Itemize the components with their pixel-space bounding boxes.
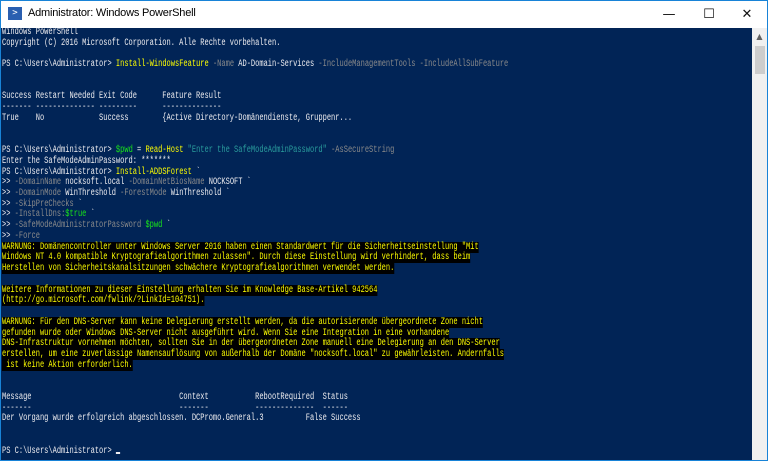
console-segment: $pwd: [145, 220, 163, 232]
console-segment: nocksoft.local: [61, 177, 129, 189]
powershell-icon: >: [8, 7, 22, 20]
warning-text: Herstellen von Sicherheitskanalsitzungen…: [2, 263, 395, 275]
console-line: (http://go.microsoft.com/fwlink/?LinkId=…: [2, 295, 508, 307]
text-cursor: [115, 451, 121, 454]
warning-text: DNS-Infrastruktur vornehmen möchten, sol…: [2, 338, 500, 350]
console-segment: AD-Domain-Services: [234, 59, 315, 71]
console-text: Windows PowerShell Copyright (C) 2016 Mic…: [2, 28, 508, 457]
window-title: Administrator: Windows PowerShell: [28, 7, 196, 19]
console-segment: PS C:\Users\Administrator>: [2, 166, 116, 178]
title-bar[interactable]: > Administrator: Windows PowerShell — ☐ …: [1, 1, 767, 28]
console-segment: WinThreshold: [61, 188, 121, 200]
console-segment: Install-WindowsFeature: [115, 59, 209, 71]
console-line: WARNUNG: Für den DNS-Server kann keine D…: [2, 316, 508, 329]
maximize-button[interactable]: ☐: [689, 1, 729, 28]
console-segment: NOCKSOFT `: [204, 177, 251, 189]
console-segment: -ForestMode: [120, 188, 167, 200]
warning-text: WARNUNG: Für den DNS-Server kann keine D…: [2, 316, 483, 328]
warning-text: Weitere Informationen zu dieser Einstell…: [2, 284, 378, 296]
warning-text: (http://go.microsoft.com/fwlink/?LinkId=…: [2, 295, 205, 307]
console-segment: >>: [2, 230, 15, 242]
console-segment: >>: [2, 220, 15, 232]
console-segment: $pwd: [115, 145, 133, 157]
console-segment: Enter the SafeModeAdminPassword: *******: [2, 155, 171, 167]
console-segment: Message Context RebootRequired Status: [2, 391, 348, 403]
console-segment: Read-Host: [145, 145, 184, 157]
scroll-up-arrow-icon[interactable]: ▲: [752, 30, 767, 44]
warning-text: gefunden wurde oder Windows DNS-Server n…: [2, 327, 450, 339]
console-segment: -SafeModeAdministratorPassword: [14, 220, 142, 232]
console-segment: -AsSecureString: [326, 145, 395, 157]
console-segment: `: [191, 166, 201, 178]
console-output[interactable]: Windows PowerShell Copyright (C) 2016 Mic…: [1, 28, 752, 460]
console-line: PS C:\Users\Administrator>: [2, 445, 508, 458]
console-segment: WinThreshold `: [166, 188, 230, 200]
console-segment: $true: [65, 209, 87, 221]
console-segment: -InstallDns:: [14, 209, 66, 221]
console-line: PS C:\Users\Administrator> Install-Windo…: [2, 59, 509, 71]
console-segment: True No Success {Active Directory-Domäne…: [2, 112, 353, 124]
console-segment: Copyright (C) 2016 Microsoft Corporation…: [2, 37, 281, 49]
console-segment: "Enter the SafeModeAdminPassword": [183, 145, 327, 157]
console-segment: PS C:\Users\Administrator>: [2, 445, 116, 457]
console-segment: `: [162, 220, 171, 232]
console-segment: -DomainName: [14, 177, 62, 189]
console-segment: PS C:\Users\Administrator>: [2, 59, 116, 71]
console-line: >> -SafeModeAdministratorPassword $pwd `: [2, 220, 508, 232]
console-line: ist keine Aktion erforderlich.: [2, 359, 508, 372]
console-segment: PS C:\Users\Administrator>: [2, 145, 116, 157]
console-segment: -IncludeManagementTools -IncludeAllSubFe…: [314, 59, 509, 71]
console-segment: Install-ADDSForest: [115, 166, 192, 178]
console-line: Herstellen von Sicherheitskanalsitzungen…: [2, 263, 508, 275]
scrollbar-thumb[interactable]: [755, 46, 765, 74]
console-segment: ------- -------------- --------- -------…: [2, 102, 222, 114]
console-segment: >>: [2, 188, 15, 200]
minimize-button[interactable]: —: [649, 1, 689, 28]
console-segment: -Name: [208, 59, 235, 71]
warning-text: erstellen, um eine zuverlässige Namensau…: [2, 349, 505, 361]
console-segment: -DomainNetBiosName: [128, 177, 205, 189]
console-segment: Success Restart Needed Exit Code Feature…: [2, 91, 222, 103]
console-segment: -DomainMode: [14, 188, 62, 200]
console-segment: >>: [2, 177, 15, 189]
console-line: True No Success {Active Directory-Domäne…: [2, 112, 508, 125]
console-segment: >>: [2, 209, 15, 221]
console-segment: -Force: [14, 230, 40, 242]
powershell-window: > Administrator: Windows PowerShell — ☐ …: [0, 0, 768, 461]
console-line: Copyright (C) 2016 Microsoft Corporation…: [2, 37, 508, 50]
warning-text: Windows NT 4.0 kompatible Kryptografieal…: [2, 252, 471, 264]
console-segment: Windows PowerShell: [2, 28, 78, 38]
console-segment: Der Vorgang wurde erfolgreich abgeschlos…: [2, 413, 361, 425]
console-line: Der Vorgang wurde erfolgreich abgeschlos…: [2, 414, 508, 425]
vertical-scrollbar[interactable]: ▲: [752, 28, 767, 460]
console-segment: =: [132, 145, 146, 157]
console-segment: `: [86, 209, 95, 221]
warning-text: ist keine Aktion erforderlich.: [2, 359, 133, 371]
close-button[interactable]: ✕: [727, 1, 767, 28]
